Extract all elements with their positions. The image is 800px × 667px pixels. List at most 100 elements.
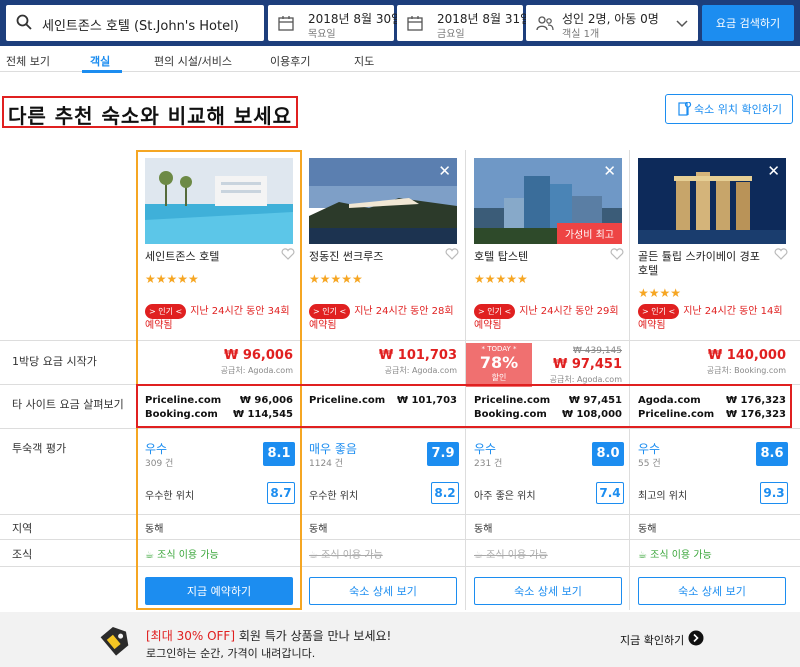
other-site-rate: Priceline.com ₩ 97,451 [474,395,622,406]
book-now-button[interactable]: 지금 예약하기 [145,577,293,605]
arrow-right-circle-icon[interactable] [688,630,704,649]
site-amount: ₩ 176,323 [725,395,786,406]
checkin-date-field[interactable]: 2018년 8월 30일 목요일 [268,5,402,41]
star-rating: ★★★★ [638,286,682,300]
calendar-icon [407,15,423,34]
search-rates-button[interactable]: 요금 검색하기 [702,5,794,41]
star-rating: ★★★★★ [474,272,528,286]
site-name: Booking.com [145,409,218,420]
hotel-name[interactable]: 골든 튤립 스카이베이 경포 호텔 [638,250,768,278]
heart-icon[interactable] [281,248,295,263]
nightly-price: ₩ 101,703 [378,348,457,363]
tab-facilities[interactable]: 편의 시설/서비스 [154,53,232,69]
check-now-link[interactable]: 지금 확인하기 [620,632,684,648]
site-amount: ₩ 96,006 [239,395,293,406]
site-name: Priceline.com [638,409,715,420]
price-source: 공급처: Agoda.com [549,375,622,384]
map-pin-icon [678,101,692,119]
view-location-label: 숙소 위치 확인하기 [694,103,782,116]
view-location-button[interactable]: 숙소 위치 확인하기 [665,94,793,124]
location-score-word: 아주 좋은 위치 [474,491,536,502]
view-details-button[interactable]: 숙소 상세 보기 [638,577,786,605]
star-rating: ★★★★★ [145,272,199,286]
view-details-button[interactable]: 숙소 상세 보기 [474,577,622,605]
row-label-breakfast: 조식 [12,548,33,561]
today-label: * TODAY * [481,345,517,353]
hotel-card: 세인트존스 호텔 ★★★★★ > 인기 < 지난 24시간 동안 34회 예약됨 … [137,150,301,610]
location-score-word: 최고의 위치 [638,491,688,502]
site-amount: ₩ 176,323 [725,409,786,420]
row-label-other-sites: 타 사이트 요금 살펴보기 [12,398,124,411]
row-label-rating: 투숙객 평가 [12,442,67,455]
heart-icon[interactable] [610,248,624,263]
review-count: 55 건 [638,459,661,469]
view-details-button[interactable]: 숙소 상세 보기 [309,577,457,605]
region-value: 동해 [145,524,164,535]
breakfast-unavailable: ☕ 조식 이용 가능 [309,546,383,561]
best-value-tag: 가성비 최고 [556,223,622,244]
location-score-word: 우수한 위치 [309,491,359,502]
close-icon[interactable]: ✕ [603,162,616,180]
site-name: Priceline.com [474,395,551,406]
site-amount: ₩ 101,703 [396,395,457,406]
tab-overview[interactable]: 전체 보기 [6,53,50,69]
price-source: 공급처: Booking.com [706,366,786,375]
location-score-badge: 7.4 [596,482,624,504]
hotel-name[interactable]: 정동진 썬크루즈 [309,250,439,264]
heart-icon[interactable] [774,248,788,263]
hotel-photo[interactable]: ✕ 가성비 최고 [474,158,622,244]
review-score-word: 우수 [638,442,661,456]
coffee-cup-icon: ☕ [638,550,651,561]
hotel-card: ✕ 가성비 최고 호텔 탑스텐 ★★★★★ > 인기 < 지난 24시간 동안 2… [466,150,630,610]
breakfast-text: 조식 이용 가능 [157,550,219,561]
popular-badge: > 인기 < [145,304,187,319]
guests-field[interactable]: 성인 2명, 아동 0명 객실 1개 [526,5,698,41]
review-count: 1124 건 [309,459,344,469]
location-score-badge: 8.2 [431,482,459,504]
price-source: 공급처: Agoda.com [384,366,457,375]
region-value: 동해 [474,524,493,535]
deal-highlight: [최대 30% OFF] [146,629,235,643]
row-label-price: 1박당 요금 시작가 [12,355,97,368]
nightly-price: ₩ 96,006 [223,348,293,363]
site-amount: ₩ 108,000 [561,409,622,420]
close-icon[interactable]: ✕ [767,162,780,180]
breakfast-text: 조식 이용 가능 [321,550,383,561]
region-value: 동해 [309,524,328,535]
close-icon[interactable]: ✕ [438,162,451,180]
price-source: 공급처: Agoda.com [220,366,293,375]
other-site-rate: Agoda.com ₩ 176,323 [638,395,786,406]
hotel-photo[interactable]: ✕ [309,158,457,244]
other-site-rate: Priceline.com ₩ 96,006 [145,395,293,406]
other-site-rate: Priceline.com ₩ 176,323 [638,409,786,420]
checkout-date-field[interactable]: 2018년 8월 31일 금요일 [397,5,531,41]
other-site-rate: Priceline.com ₩ 101,703 [309,395,457,406]
today-discount-box: * TODAY * 78% 할인 [466,343,532,387]
popular-badge: > 인기 < [638,304,680,319]
hotel-photo[interactable]: ✕ [638,158,786,244]
deal-headline: [최대 30% OFF] 회원 특가 상품을 만나 보세요! [146,627,391,644]
discount-percent: 78% [479,353,519,372]
destination-search-field[interactable]: 세인트존스 호텔 (St.John's Hotel) [6,5,264,41]
popular-badge: > 인기 < [474,304,516,319]
tab-map[interactable]: 지도 [354,53,374,69]
row-label-region: 지역 [12,522,33,535]
tab-reviews[interactable]: 이용후기 [270,53,310,69]
hotel-name[interactable]: 세인트존스 호텔 [145,250,275,264]
section-tabs: 전체 보기 객실 편의 시설/서비스 이용후기 지도 [0,46,800,73]
member-deal-banner[interactable]: [최대 30% OFF] 회원 특가 상품을 만나 보세요! 로그인하는 순간,… [0,612,800,667]
breakfast-available: ☕ 조식 이용 가능 [145,546,219,561]
booking-popularity: > 인기 < 지난 24시간 동안 29회 예약됨 [474,304,626,332]
rooms-summary: 객실 1개 [562,29,600,40]
coffee-cup-icon: ☕ [474,550,487,561]
hotel-name[interactable]: 호텔 탑스텐 [474,250,604,264]
site-name: Agoda.com [638,395,701,406]
review-score-badge: 8.1 [263,442,295,466]
review-count: 309 건 [145,459,174,469]
breakfast-text: 조식 이용 가능 [486,550,548,561]
tab-rooms[interactable]: 객실 [90,53,110,69]
comparison-table: 1박당 요금 시작가 타 사이트 요금 살펴보기 투숙객 평가 지역 조식 세인… [0,150,800,610]
heart-icon[interactable] [445,248,459,263]
hotel-photo[interactable] [145,158,293,244]
coffee-cup-icon: ☕ [309,550,322,561]
